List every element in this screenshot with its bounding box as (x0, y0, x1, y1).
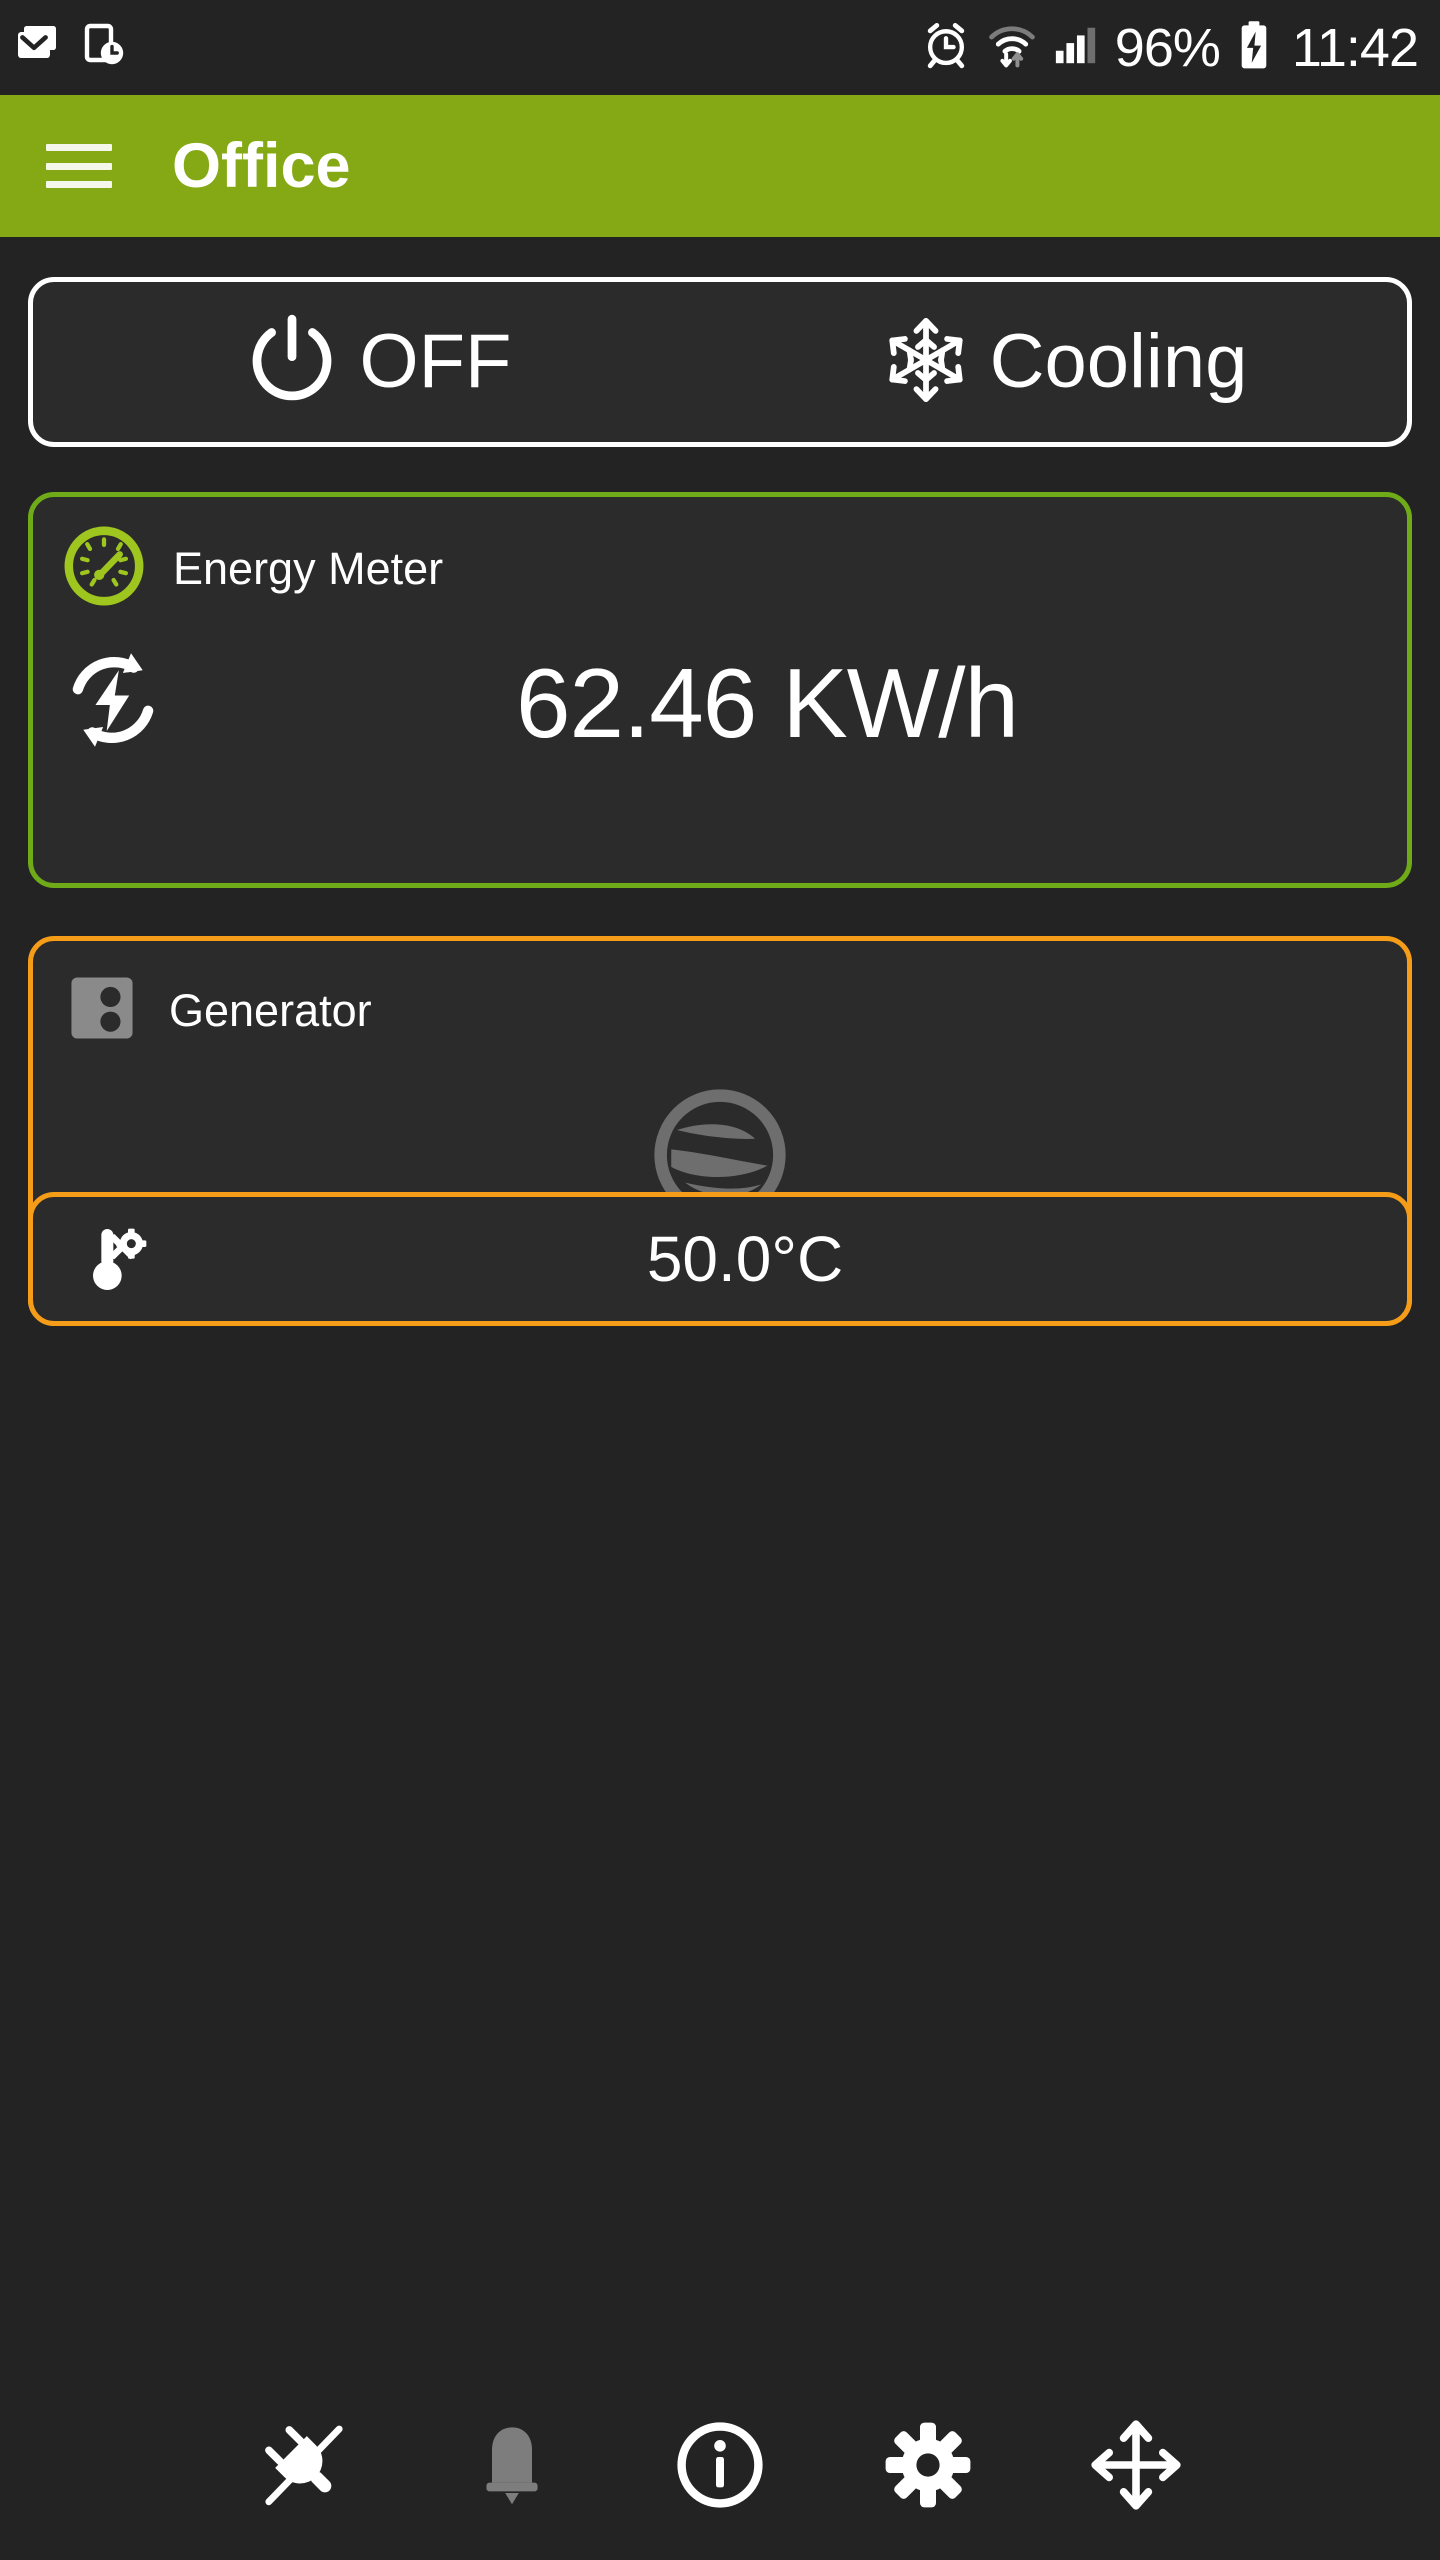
cooling-mode-label: Cooling (989, 319, 1248, 404)
generator-outlet-icon (63, 969, 141, 1052)
energy-cycle-icon (59, 646, 167, 759)
app-bar: Office (0, 95, 1440, 237)
gauge-icon (63, 525, 145, 612)
energy-meter-title: Energy Meter (173, 543, 444, 594)
disconnected-plug-icon[interactable] (254, 2415, 354, 2515)
card-generator[interactable]: Generator 50.0°C (28, 936, 1412, 1326)
main-content: OFF Cooling Energy Meter 62.46 KW/h Gene… (0, 237, 1440, 2560)
alarm-clock-icon (921, 20, 971, 75)
bell-icon[interactable] (462, 2415, 562, 2515)
bottom-toolbar (0, 2370, 1440, 2560)
energy-meter-value-row: 62.46 KW/h (33, 612, 1407, 759)
status-bar-right-icons: 96% 11:42 (921, 17, 1419, 78)
hamburger-bar (46, 144, 112, 151)
wifi-transfer-icon (987, 20, 1037, 75)
generator-temperature-panel[interactable]: 50.0°C (28, 1192, 1412, 1326)
device-clock-icon (80, 21, 128, 74)
energy-meter-value: 62.46 KW/h (515, 647, 1019, 758)
snowflake-icon (880, 314, 972, 411)
status-bar-left-icons (14, 21, 128, 74)
mode-bar: OFF Cooling (28, 277, 1412, 447)
gear-icon[interactable] (878, 2415, 978, 2515)
battery-charging-icon (1236, 20, 1272, 75)
power-icon (242, 310, 342, 415)
thermometer-settings-icon (33, 1219, 203, 1299)
generator-temperature-value: 50.0°C (646, 1223, 844, 1295)
hamburger-bar (46, 181, 112, 188)
app-screen: 96% 11:42 Office OFF Cooling Energy Mete… (0, 0, 1440, 2560)
email-icon (14, 21, 62, 74)
status-bar-clock: 11:42 (1291, 17, 1419, 78)
info-icon[interactable] (670, 2415, 770, 2515)
generator-title: Generator (169, 985, 372, 1036)
power-mode-button[interactable]: OFF (33, 310, 720, 415)
generator-header: Generator (33, 941, 1407, 1052)
power-mode-label: OFF (359, 319, 512, 404)
cellular-signal-icon (1053, 22, 1099, 73)
move-arrows-icon[interactable] (1086, 2415, 1186, 2515)
cooling-mode-button[interactable]: Cooling (720, 314, 1407, 411)
hamburger-bar (46, 162, 112, 170)
page-title: Office (172, 130, 351, 201)
energy-meter-header: Energy Meter (33, 497, 1407, 612)
hamburger-menu-icon[interactable] (46, 144, 112, 188)
status-bar: 96% 11:42 (0, 0, 1440, 95)
battery-percent-label: 96% (1114, 17, 1221, 78)
card-energy-meter[interactable]: Energy Meter 62.46 KW/h (28, 492, 1412, 888)
